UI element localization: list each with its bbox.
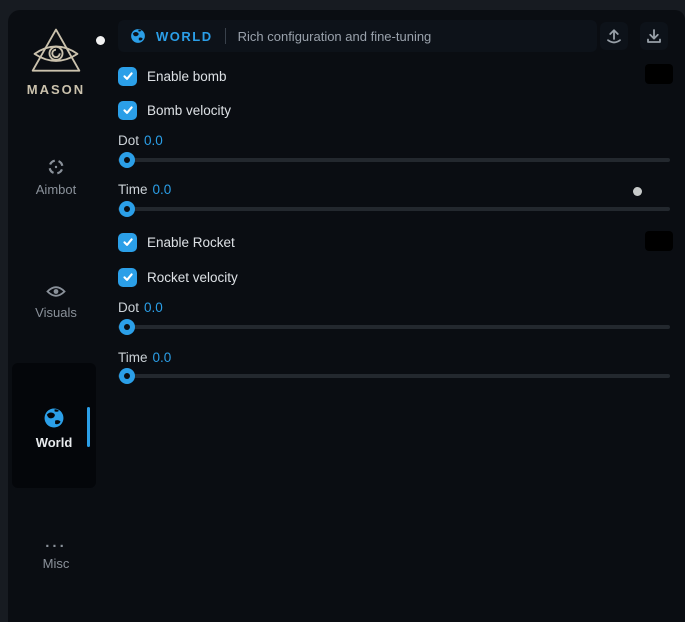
slider-value: 0.0 — [144, 300, 163, 315]
enable-bomb-checkbox[interactable] — [118, 67, 137, 86]
bomb-velocity-checkbox[interactable] — [118, 101, 137, 120]
check-icon — [122, 236, 134, 248]
toggle-row: Enable Rocket — [118, 232, 235, 252]
toggle-label: Bomb velocity — [147, 103, 231, 118]
page-subtitle: Rich configuration and fine-tuning — [238, 29, 432, 44]
toggle-label: Enable bomb — [147, 69, 227, 84]
download-icon — [644, 26, 664, 46]
sidebar-item-label: Misc — [43, 556, 70, 571]
app-logo: MASON — [8, 26, 104, 97]
slider-thumb[interactable] — [119, 201, 135, 217]
globe-icon — [43, 407, 65, 429]
globe-icon — [130, 28, 146, 44]
slider-track[interactable] — [118, 325, 670, 329]
page-header: WORLD Rich configuration and fine-tuning — [118, 20, 597, 52]
export-config-button[interactable] — [600, 22, 628, 50]
slider-label: Dot 0.0 — [118, 300, 163, 316]
app-window: MASON Aimbot Visuals — [8, 10, 685, 622]
slider-name: Time — [118, 182, 148, 197]
enable-rocket-checkbox[interactable] — [118, 233, 137, 252]
slider-track[interactable] — [118, 207, 670, 211]
rocket-color-swatch[interactable] — [645, 231, 673, 251]
overlay-dot — [633, 187, 642, 196]
toggle-row: Enable bomb — [118, 66, 227, 86]
sidebar-item-world-card: World — [12, 363, 96, 488]
toggle-label: Enable Rocket — [147, 235, 235, 250]
slider-label: Time 0.0 — [118, 350, 171, 366]
crosshair-icon — [47, 158, 65, 176]
check-icon — [122, 104, 134, 116]
slider-name: Time — [118, 350, 148, 365]
slider-name: Dot — [118, 300, 139, 315]
ellipsis-icon: ... — [45, 538, 67, 550]
slider-label: Dot 0.0 — [118, 133, 163, 149]
bomb-dot-slider — [118, 152, 670, 168]
slider-track[interactable] — [118, 158, 670, 162]
sidebar: MASON Aimbot Visuals — [8, 10, 112, 622]
bomb-color-swatch[interactable] — [645, 64, 673, 84]
slider-value: 0.0 — [144, 133, 163, 148]
sidebar-item-label: Aimbot — [36, 182, 76, 197]
slider-label: Time 0.0 — [118, 182, 171, 198]
slider-value: 0.0 — [153, 182, 172, 197]
rocket-dot-slider — [118, 319, 670, 335]
eye-pyramid-icon — [28, 26, 84, 78]
slider-thumb[interactable] — [119, 319, 135, 335]
sidebar-item-world[interactable]: World — [12, 407, 96, 450]
slider-track[interactable] — [118, 374, 670, 378]
sidebar-item-label: Visuals — [35, 305, 77, 320]
sidebar-item-label: World — [36, 435, 73, 450]
active-tab-indicator — [87, 407, 90, 447]
check-icon — [122, 70, 134, 82]
eye-icon — [46, 284, 66, 299]
rocket-time-slider — [118, 368, 670, 384]
sidebar-item-visuals[interactable]: Visuals — [8, 284, 104, 320]
header-divider — [225, 28, 226, 44]
slider-value: 0.0 — [153, 350, 172, 365]
slider-thumb[interactable] — [119, 152, 135, 168]
rocket-velocity-checkbox[interactable] — [118, 268, 137, 287]
slider-name: Dot — [118, 133, 139, 148]
upload-icon — [604, 26, 624, 46]
toggle-row: Rocket velocity — [118, 267, 238, 287]
sidebar-item-aimbot[interactable]: Aimbot — [8, 158, 104, 197]
check-icon — [122, 271, 134, 283]
import-config-button[interactable] — [640, 22, 668, 50]
page-title: WORLD — [156, 29, 213, 44]
cursor-dot — [96, 36, 105, 45]
toggle-label: Rocket velocity — [147, 270, 238, 285]
sidebar-item-misc[interactable]: ... Misc — [8, 538, 104, 571]
slider-thumb[interactable] — [119, 368, 135, 384]
bomb-time-slider — [118, 201, 670, 217]
toggle-row: Bomb velocity — [118, 100, 231, 120]
logo-text: MASON — [27, 82, 85, 97]
